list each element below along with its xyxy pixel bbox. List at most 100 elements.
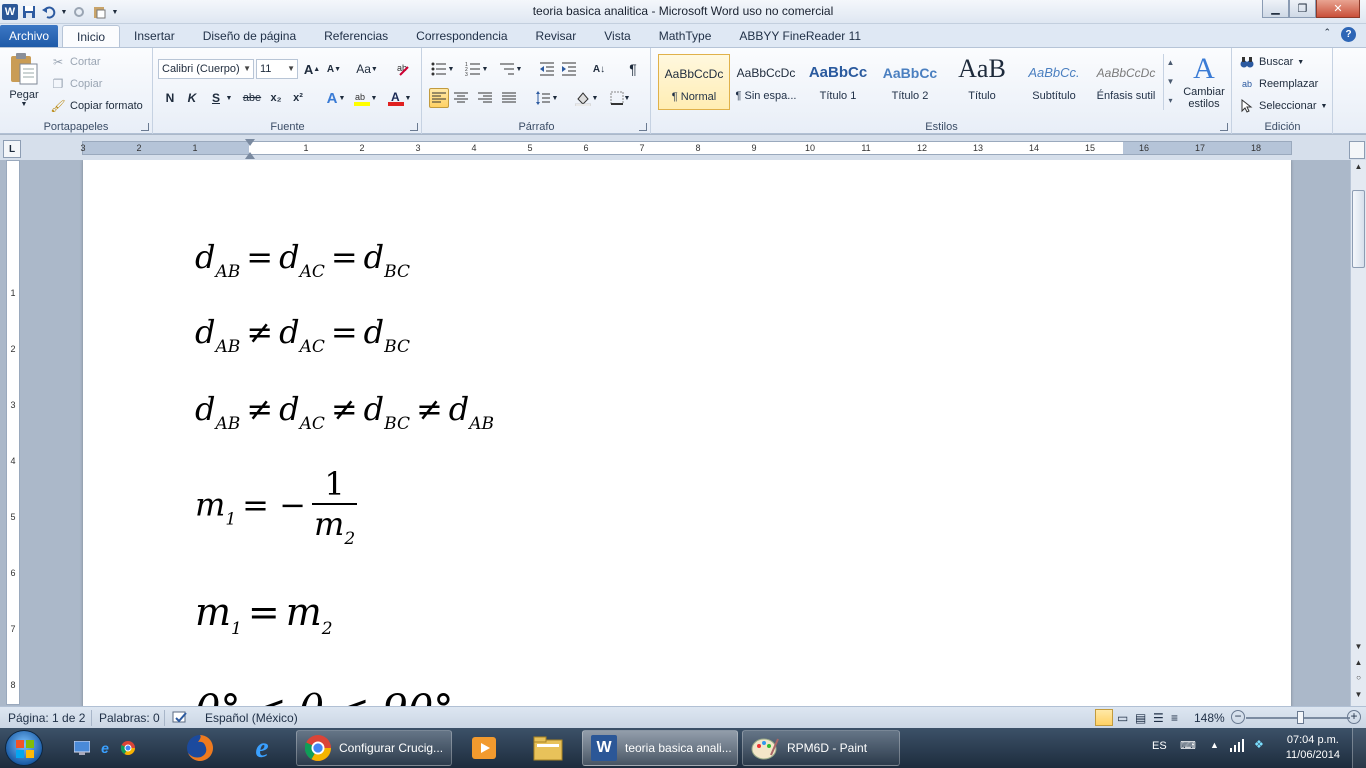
scroll-thumb[interactable] <box>1352 190 1365 268</box>
tab-selector[interactable]: L <box>3 140 21 158</box>
style-no-spacing[interactable]: AaBbCcDc ¶ Sin espa... <box>730 54 802 110</box>
taskbar-paint-window[interactable]: RPM6D - Paint <box>742 730 900 766</box>
font-size-select[interactable]: 11 ▼ <box>256 59 298 79</box>
help-icon[interactable]: ? <box>1341 27 1356 42</box>
tray-app-icon[interactable]: ❖ <box>1254 738 1264 751</box>
tab-correspondencia[interactable]: Correspondencia <box>402 25 521 47</box>
chevron-down-icon[interactable]: ▼ <box>1167 77 1175 86</box>
tab-insertar[interactable]: Insertar <box>120 25 189 47</box>
justify-icon[interactable] <box>499 88 519 108</box>
numbering-dropdown-icon[interactable]: ▼ <box>481 59 489 79</box>
text-effects-dropdown-icon[interactable]: ▼ <box>338 88 346 108</box>
italic-button[interactable]: K <box>182 88 202 108</box>
hanging-indent-marker[interactable] <box>245 152 255 159</box>
equation-parallel-slopes[interactable]: m1 = m2 <box>195 590 333 639</box>
bullets-icon[interactable] <box>429 59 449 79</box>
font-name-select[interactable]: Calibri (Cuerpo) ▼ <box>158 59 254 79</box>
network-signal-icon[interactable] <box>1230 738 1244 755</box>
style-subtitle[interactable]: AaBbCc. Subtítulo <box>1018 54 1090 110</box>
align-right-icon[interactable] <box>475 88 495 108</box>
gallery-more-icon[interactable]: ▾ <box>1168 96 1172 105</box>
tab-inicio[interactable]: Inicio <box>62 25 121 47</box>
shading-icon[interactable] <box>573 88 593 108</box>
maximize-button[interactable]: ❐ <box>1289 0 1316 18</box>
align-center-icon[interactable] <box>451 88 471 108</box>
select-button[interactable]: Seleccionar ▼ <box>1239 96 1327 116</box>
underline-dropdown-icon[interactable]: ▼ <box>224 88 234 108</box>
start-button[interactable] <box>5 730 43 766</box>
highlight-icon[interactable]: ab <box>352 88 372 108</box>
zoom-level[interactable]: 148% <box>1194 711 1225 725</box>
multilevel-dropdown-icon[interactable]: ▼ <box>515 59 523 79</box>
document-page[interactable]: dAB = dAC = dBC dAB ≠ dAC = dBC dAB ≠ dAC ≠ dBC ≠ dAB … <box>83 160 1291 706</box>
word-count[interactable]: Palabras: 0 <box>99 711 160 725</box>
paste-button[interactable]: Pegar ▼ <box>4 52 44 108</box>
vertical-ruler[interactable]: 1 2 3 4 5 6 7 8 <box>6 160 20 705</box>
superscript-button[interactable]: x² <box>288 88 308 108</box>
input-language[interactable]: ES <box>1152 740 1167 752</box>
tab-vista[interactable]: Vista <box>590 25 644 47</box>
keyboard-icon[interactable]: ⌨ <box>1180 739 1196 752</box>
paragraph-launcher-icon[interactable] <box>639 123 647 131</box>
web-layout-icon[interactable]: ▤ <box>1135 711 1146 725</box>
close-button[interactable]: ✕ <box>1316 0 1360 18</box>
scroll-down-icon[interactable]: ▼ <box>1351 642 1366 651</box>
media-player-icon[interactable] <box>462 732 506 764</box>
internet-explorer-icon[interactable]: e <box>240 731 284 764</box>
sort-icon[interactable]: A↓ <box>589 59 609 79</box>
equation-perpendicular-slopes[interactable]: m1 = −1 m2 <box>195 465 358 549</box>
equation-angle-range[interactable]: 0° < θ < 90° <box>195 687 453 706</box>
tab-referencias[interactable]: Referencias <box>310 25 402 47</box>
style-gallery-scroll[interactable]: ▲ ▼ ▾ <box>1163 54 1177 110</box>
line-spacing-icon[interactable] <box>533 88 553 108</box>
change-case-button[interactable]: Aa ▼ <box>354 59 380 79</box>
multilevel-list-icon[interactable] <box>497 59 517 79</box>
first-line-indent-marker[interactable] <box>245 139 255 146</box>
clear-formatting-icon[interactable]: ab <box>394 59 414 79</box>
equation-isosceles[interactable]: dAB ≠ dAC = dBC <box>195 313 410 357</box>
shading-dropdown-icon[interactable]: ▼ <box>591 88 599 108</box>
find-button[interactable]: Buscar ▼ <box>1239 52 1304 72</box>
full-screen-reading-icon[interactable]: ▭ <box>1117 711 1128 725</box>
next-page-icon[interactable]: ▼ <box>1351 690 1366 699</box>
font-color-dropdown-icon[interactable]: ▼ <box>404 88 412 108</box>
equation-distances-equal[interactable]: dAB = dAC = dBC <box>195 238 410 282</box>
replace-button[interactable]: ab Reemplazar <box>1239 74 1318 94</box>
minimize-button[interactable]: ▁ <box>1262 0 1289 18</box>
show-formatting-marks-icon[interactable]: ¶ <box>623 59 643 79</box>
draft-view-icon[interactable]: ≡ <box>1171 711 1178 725</box>
subscript-button[interactable]: x₂ <box>266 88 286 108</box>
page-count[interactable]: Página: 1 de 2 <box>8 711 85 725</box>
font-color-icon[interactable]: A <box>386 88 406 108</box>
proofing-icon[interactable] <box>172 711 188 728</box>
collapse-ribbon-icon[interactable]: ⌃ <box>1323 27 1331 42</box>
equation-scalene[interactable]: dAB ≠ dAC ≠ dBC ≠ dAB <box>195 390 494 434</box>
zoom-in-icon[interactable]: + <box>1347 710 1361 724</box>
increase-indent-icon[interactable] <box>559 59 579 79</box>
print-layout-icon[interactable] <box>1095 709 1113 726</box>
styles-launcher-icon[interactable] <box>1220 123 1228 131</box>
outline-view-icon[interactable]: ☰ <box>1153 711 1164 725</box>
clipboard-launcher-icon[interactable] <box>141 123 149 131</box>
highlight-dropdown-icon[interactable]: ▼ <box>370 88 378 108</box>
style-heading-2[interactable]: AaBbCc Título 2 <box>874 54 946 110</box>
copy-button[interactable]: ❐ Copiar <box>50 74 103 94</box>
show-desktop-button[interactable] <box>1352 728 1366 768</box>
clock[interactable]: 07:04 p.m. 11/06/2014 <box>1286 733 1340 763</box>
tab-revisar[interactable]: Revisar <box>522 25 591 47</box>
style-subtle-emphasis[interactable]: AaBbCcDc Énfasis sutil <box>1090 54 1162 110</box>
shrink-font-button[interactable]: A ▼ <box>324 59 344 79</box>
quicklaunch-desktop-icon[interactable] <box>72 732 92 764</box>
file-explorer-icon[interactable] <box>526 732 570 764</box>
quicklaunch-ie-icon[interactable]: e <box>95 732 115 764</box>
previous-page-icon[interactable]: ▲ <box>1351 658 1366 667</box>
tab-mathtype[interactable]: MathType <box>645 25 726 47</box>
cut-button[interactable]: ✂ Cortar <box>50 52 101 72</box>
underline-button[interactable]: S <box>206 88 226 108</box>
taskbar-chrome-window[interactable]: Configurar Crucig... <box>296 730 452 766</box>
vertical-scrollbar[interactable]: ▲ ▼ ▲ ○ ▼ <box>1350 160 1366 706</box>
chevron-up-icon[interactable]: ▲ <box>1167 58 1175 67</box>
borders-dropdown-icon[interactable]: ▼ <box>623 88 631 108</box>
show-hidden-icons-icon[interactable]: ▲ <box>1210 740 1219 750</box>
bold-button[interactable]: N <box>160 88 180 108</box>
